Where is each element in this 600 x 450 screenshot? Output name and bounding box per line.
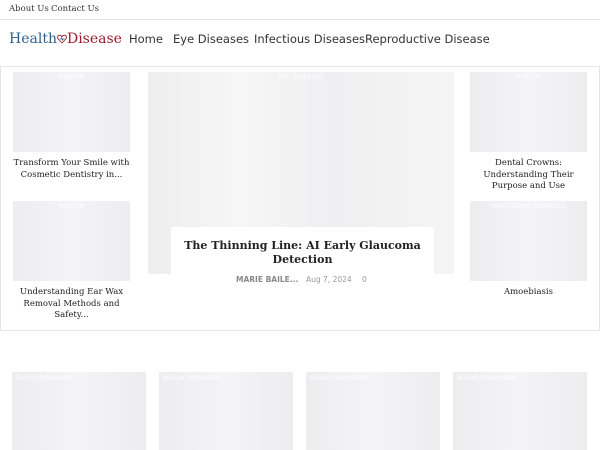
article-thumbnail[interactable]: INFECTIOUS DISEASES: [470, 201, 587, 281]
article-title[interactable]: Understanding Ear Wax Removal Methods an…: [13, 287, 130, 322]
category-label[interactable]: HEALTH: [13, 203, 130, 210]
site-logo[interactable]: Health Disease: [9, 31, 122, 47]
article-thumbnail[interactable]: BLOOD DISORDERS: [12, 372, 146, 450]
featured-section: HEALTH Transform Your Smile with Cosmeti…: [0, 66, 600, 331]
contact-us-link[interactable]: Contact Us: [51, 4, 99, 14]
nav-item-home[interactable]: Home: [129, 32, 163, 46]
article-thumbnail[interactable]: BLOOD DISORDERS: [159, 372, 293, 450]
site-header: Health Disease Home Eye Diseases Infectio…: [0, 21, 600, 61]
article-thumbnail[interactable]: HEALTH: [470, 72, 587, 152]
category-label[interactable]: EYE DISEASES: [148, 74, 454, 81]
category-label[interactable]: BLOOD DISORDERS: [310, 375, 369, 382]
logo-text-health: Health: [9, 31, 57, 47]
article-title[interactable]: Dental Crowns: Understanding Their Purpo…: [470, 158, 587, 193]
featured-article-card: The Thinning Line: AI Early Glaucoma Det…: [171, 227, 434, 289]
featured-article-title[interactable]: The Thinning Line: AI Early Glaucoma Det…: [179, 239, 426, 267]
nav-item-infectious-diseases[interactable]: Infectious Diseases: [254, 32, 365, 46]
category-label[interactable]: BLOOD DISORDERS: [163, 375, 222, 382]
category-label[interactable]: BLOOD DISORDERS: [16, 375, 75, 382]
article-date: Aug 7, 2024: [306, 275, 352, 284]
article-title[interactable]: Amoebiasis: [470, 287, 587, 299]
category-label[interactable]: HEALTH: [13, 74, 130, 81]
article-thumbnail[interactable]: HEALTH: [13, 201, 130, 281]
category-label[interactable]: HEALTH: [470, 74, 587, 81]
article-thumbnail[interactable]: HEALTH: [13, 72, 130, 152]
category-label[interactable]: INFECTIOUS DISEASES: [470, 203, 587, 210]
article-thumbnail[interactable]: BLOOD DISORDERS: [453, 372, 587, 450]
article-title[interactable]: Transform Your Smile with Cosmetic Denti…: [13, 158, 130, 181]
article-thumbnail[interactable]: BLOOD DISORDERS: [306, 372, 440, 450]
comment-count[interactable]: 0: [362, 275, 367, 284]
logo-text-disease: Disease: [66, 31, 122, 47]
category-label[interactable]: BLOOD DISORDERS: [457, 375, 516, 382]
heart-icon: [57, 34, 67, 44]
top-bar: About Us Contact Us: [0, 0, 600, 20]
nav-item-reproductive-disease[interactable]: Reproductive Disease: [365, 32, 490, 46]
article-author[interactable]: MARIE BAILE...: [236, 275, 298, 284]
nav-item-eye-diseases[interactable]: Eye Diseases: [173, 32, 249, 46]
about-us-link[interactable]: About Us: [9, 4, 49, 14]
